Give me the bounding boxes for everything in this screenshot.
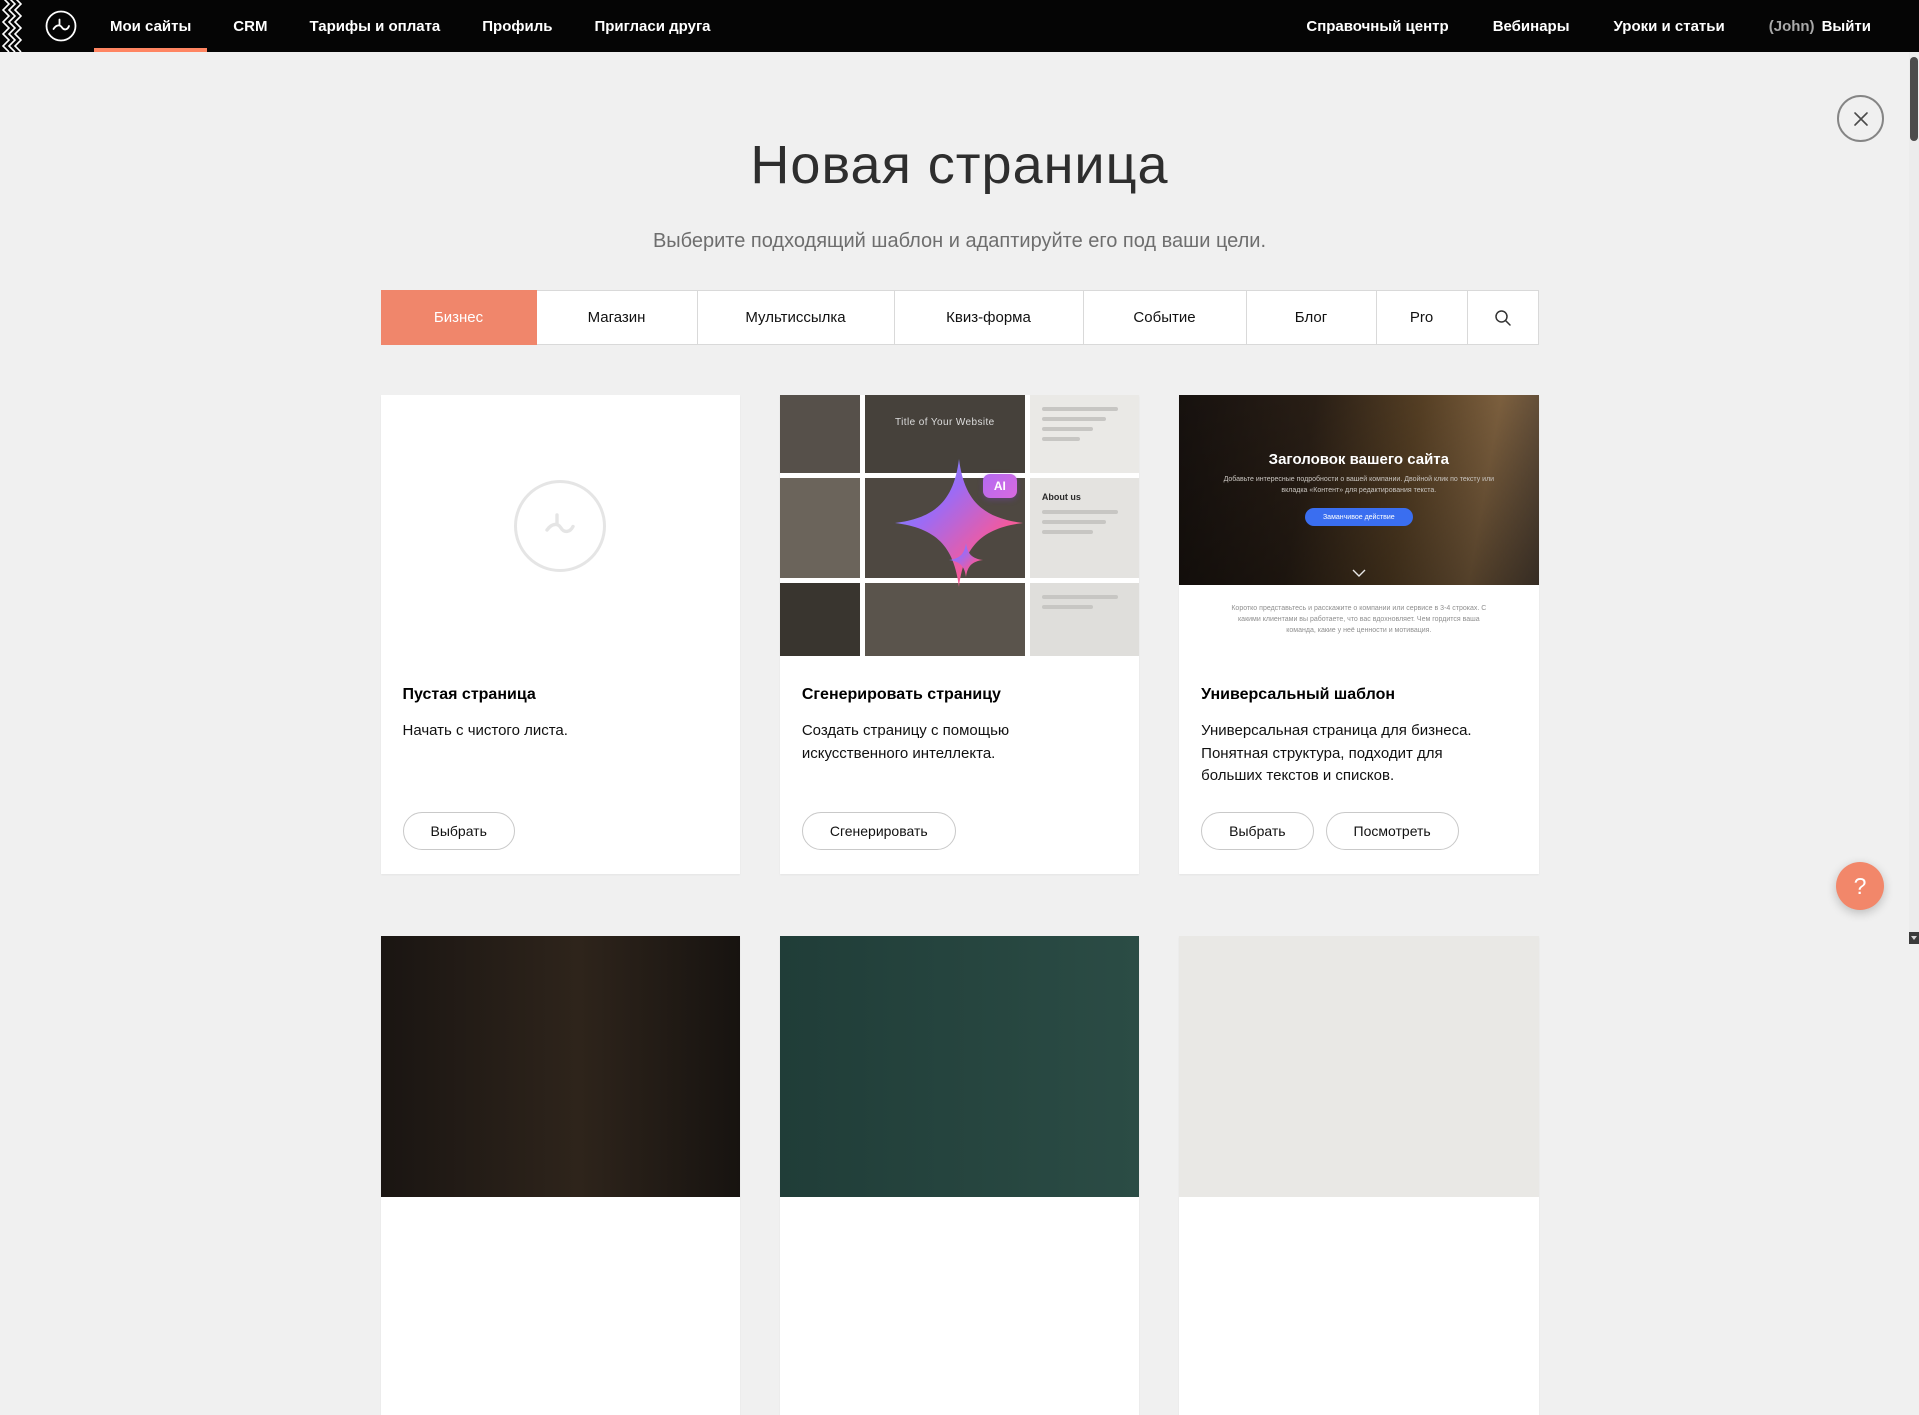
template-card-ai-generate: Title of Your Website About us <box>780 395 1139 874</box>
scrollbar-track[interactable] <box>1909 52 1919 944</box>
card-body: Универсальный шаблон Универсальная стран… <box>1179 656 1538 788</box>
blank-preview <box>381 395 740 656</box>
card-title: Сгенерировать страницу <box>802 686 1117 704</box>
page-title: Новая страница <box>381 134 1539 196</box>
preview-text-block: Коротко представьтесь и расскажите о ком… <box>1179 585 1538 656</box>
nav-item-invite-friend[interactable]: Пригласи друга <box>592 0 712 52</box>
template-category-tabs: Бизнес Магазин Мультиссылка Квиз-форма С… <box>381 290 1539 345</box>
universal-preview: Заголовок вашего сайта Добавьте интересн… <box>1179 395 1538 656</box>
zigzag-pattern <box>0 0 22 52</box>
secondary-nav: Справочный центр Вебинары Уроки и статьи… <box>1264 0 1873 52</box>
nav-item-help-center[interactable]: Справочный центр <box>1304 0 1450 52</box>
new-page-dialog: Новая страница Выберите подходящий шабло… <box>381 0 1539 1415</box>
tab-multilink[interactable]: Мультиссылка <box>698 290 895 345</box>
template-card-blank: Пустая страница Начать с чистого листа. … <box>381 395 740 874</box>
main-nav: Мои сайты CRM Тарифы и оплата Профиль Пр… <box>108 0 751 52</box>
scrollbar-thumb[interactable] <box>1910 57 1918 141</box>
preview-hero: Заголовок вашего сайта Добавьте интересн… <box>1179 395 1538 585</box>
search-icon <box>1494 309 1512 327</box>
topbar: Мои сайты CRM Тарифы и оплата Профиль Пр… <box>0 0 1919 52</box>
tab-store[interactable]: Магазин <box>537 290 698 345</box>
nav-item-lessons[interactable]: Уроки и статьи <box>1612 0 1727 52</box>
help-button[interactable]: ? <box>1836 862 1884 910</box>
close-icon <box>1852 110 1870 128</box>
nav-item-my-sites[interactable]: Мои сайты <box>108 0 193 52</box>
generate-button[interactable]: Сгенерировать <box>802 812 956 850</box>
collage-tile <box>1030 395 1139 473</box>
tab-quiz-form[interactable]: Квиз-форма <box>895 290 1084 345</box>
card-body: Сгенерировать страницу Создать страницу … <box>780 656 1139 765</box>
partial-preview <box>381 936 740 1197</box>
card-actions: Выбрать Посмотреть <box>1201 812 1459 850</box>
nav-item-tariffs[interactable]: Тарифы и оплата <box>307 0 442 52</box>
card-description: Создать страницу с помощью искусственног… <box>802 720 1102 765</box>
scrollbar-down-button[interactable] <box>1909 932 1919 944</box>
template-card-partial <box>1179 936 1538 1415</box>
ai-badge: AI <box>983 474 1017 498</box>
template-grid: Пустая страница Начать с чистого листа. … <box>381 395 1539 1415</box>
collage-tile <box>780 395 860 473</box>
tab-business[interactable]: Бизнес <box>381 290 537 345</box>
close-button[interactable] <box>1837 95 1884 142</box>
card-actions: Сгенерировать <box>802 812 956 850</box>
nav-item-crm[interactable]: CRM <box>231 0 269 52</box>
template-card-partial <box>780 936 1139 1415</box>
tab-blog[interactable]: Блог <box>1247 290 1377 345</box>
select-button[interactable]: Выбрать <box>1201 812 1313 850</box>
preview-body-text: Коротко представьтесь и расскажите о ком… <box>1231 604 1486 637</box>
collage-tile <box>780 478 860 578</box>
partial-preview <box>780 936 1139 1197</box>
tab-event[interactable]: Событие <box>1084 290 1247 345</box>
preview-subtext: Добавьте интересные подробности о вашей … <box>1219 475 1499 496</box>
nav-item-profile[interactable]: Профиль <box>480 0 554 52</box>
page-subtitle: Выберите подходящий шаблон и адаптируйте… <box>381 230 1539 253</box>
card-actions: Выбрать <box>403 812 515 850</box>
chevron-down-icon <box>1352 569 1366 577</box>
card-title: Универсальный шаблон <box>1201 686 1516 704</box>
card-description: Начать с чистого листа. <box>403 720 703 743</box>
card-body: Пустая страница Начать с чистого листа. <box>381 656 740 743</box>
collage-tile: About us <box>1030 478 1139 578</box>
nav-item-webinars[interactable]: Вебинары <box>1491 0 1572 52</box>
collage-about-label: About us <box>1042 492 1127 502</box>
select-button[interactable]: Выбрать <box>403 812 515 850</box>
template-card-partial <box>381 936 740 1415</box>
card-title: Пустая страница <box>403 686 718 704</box>
tab-search[interactable] <box>1468 290 1539 345</box>
card-description: Универсальная страница для бизнеса. Поня… <box>1201 720 1501 788</box>
tilda-watermark-icon <box>514 480 606 572</box>
preview-heading: Заголовок вашего сайта <box>1269 451 1449 468</box>
preview-cta: Заманчивое действие <box>1305 508 1413 526</box>
user-logout[interactable]: (John) Выйти <box>1767 0 1873 52</box>
ai-preview: Title of Your Website About us <box>780 395 1139 656</box>
tilda-logo[interactable] <box>44 9 78 43</box>
collage-tile <box>780 583 860 656</box>
logout-label: Выйти <box>1822 18 1871 35</box>
collage-tile <box>865 583 1025 656</box>
user-name: (John) <box>1769 18 1815 35</box>
template-card-universal: Заголовок вашего сайта Добавьте интересн… <box>1179 395 1538 874</box>
tab-pro[interactable]: Pro <box>1377 290 1468 345</box>
partial-preview <box>1179 936 1538 1197</box>
view-button[interactable]: Посмотреть <box>1326 812 1459 850</box>
ai-sparkle-small-icon <box>949 543 983 577</box>
collage-tile <box>1030 583 1139 656</box>
